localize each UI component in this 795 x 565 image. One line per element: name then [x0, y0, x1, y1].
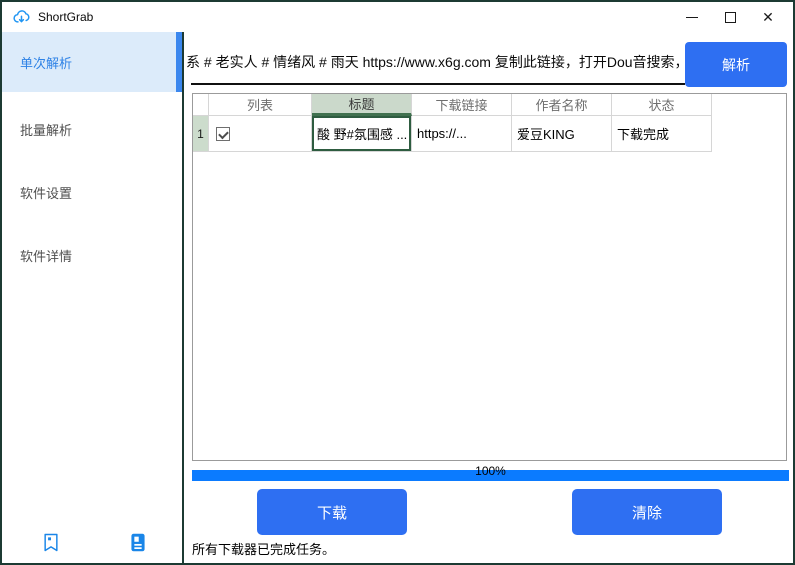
minimize-button[interactable]	[673, 2, 711, 32]
sidebar-item-batch-parse[interactable]: 批量解析	[2, 99, 182, 159]
title-bar: ShortGrab ✕	[2, 2, 793, 32]
sidebar-item-settings[interactable]: 软件设置	[2, 162, 182, 222]
cloud-download-icon	[11, 7, 31, 27]
column-header-author[interactable]: 作者名称	[512, 94, 612, 116]
link-input-underline	[191, 83, 685, 85]
app-title: ShortGrab	[38, 10, 93, 24]
column-header-status[interactable]: 状态	[612, 94, 712, 116]
sidebar-item-label: 软件详情	[20, 246, 72, 265]
row-checkbox-cell	[209, 116, 312, 152]
column-header-list[interactable]: 列表	[209, 94, 312, 116]
table-corner-cell[interactable]	[193, 94, 209, 116]
status-cell[interactable]: 下载完成	[612, 116, 712, 152]
sidebar: 单次解析 批量解析 软件设置 软件详情	[2, 32, 184, 563]
main-content: 系 # 老实人 # 情绪风 # 雨天 https://www.x6g.com 复…	[184, 32, 793, 563]
app-window: ShortGrab ✕ 单次解析 批量解析 软件设置 软件详情	[0, 0, 795, 565]
table-row-filler	[712, 116, 786, 152]
progress-percent-label: 100%	[184, 464, 795, 478]
sidebar-item-label: 单次解析	[20, 53, 72, 72]
sidebar-item-label: 批量解析	[20, 120, 72, 139]
sidebar-item-label: 软件设置	[20, 183, 72, 202]
minimize-icon	[686, 17, 698, 18]
column-header-link[interactable]: 下载链接	[412, 94, 512, 116]
sidebar-item-about[interactable]: 软件详情	[2, 225, 182, 285]
table-row: 1 酸 野#氛围感 ... https://... 爱豆KING 下载完成	[193, 116, 786, 152]
close-button[interactable]: ✕	[749, 2, 787, 32]
status-message: 所有下载器已完成任务。	[192, 539, 335, 558]
column-header-title[interactable]: 标题	[312, 94, 412, 116]
bookmark-icon[interactable]	[42, 533, 60, 552]
clear-button[interactable]: 清除	[572, 489, 722, 535]
download-button[interactable]: 下载	[257, 489, 407, 535]
maximize-icon	[725, 12, 736, 23]
table-header-filler	[712, 94, 786, 116]
document-icon[interactable]	[129, 533, 147, 552]
close-icon: ✕	[762, 10, 774, 24]
row-header[interactable]: 1	[193, 116, 209, 152]
table-header-row: 列表 标题 下载链接 作者名称 状态	[193, 94, 786, 116]
row-checkbox[interactable]	[216, 127, 230, 141]
results-table: 列表 标题 下载链接 作者名称 状态 1 酸 野#氛围感 ... https:/…	[192, 93, 787, 461]
sidebar-item-single-parse[interactable]: 单次解析	[2, 32, 182, 92]
author-cell[interactable]: 爱豆KING	[512, 116, 612, 152]
link-input[interactable]: 系 # 老实人 # 情绪风 # 雨天 https://www.x6g.com 复…	[186, 52, 679, 72]
window-controls: ✕	[673, 2, 787, 32]
title-cell[interactable]: 酸 野#氛围感 ...	[312, 116, 412, 152]
maximize-button[interactable]	[711, 2, 749, 32]
link-cell[interactable]: https://...	[412, 116, 512, 152]
parse-button[interactable]: 解析	[685, 42, 787, 87]
